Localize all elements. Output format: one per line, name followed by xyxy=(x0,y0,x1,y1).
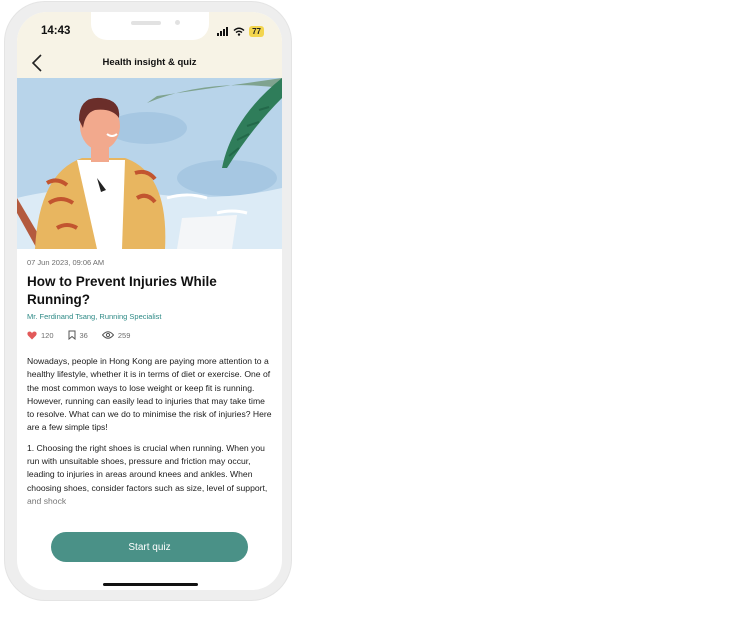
status-bar: 14:43 77 xyxy=(17,12,282,48)
start-quiz-button[interactable]: Start quiz xyxy=(51,532,248,562)
article-title: How to Prevent Injuries While Running? xyxy=(27,274,217,307)
hero-illustration xyxy=(17,78,282,249)
signal-icon xyxy=(217,27,229,36)
heart-icon xyxy=(27,330,37,339)
page-header: Health insight & quiz xyxy=(17,48,282,78)
eye-icon xyxy=(101,331,114,339)
system-icons: 77 xyxy=(217,26,264,37)
article-date: 07 Jun 2023, 09:06 AM xyxy=(27,258,105,267)
camera xyxy=(175,20,180,25)
bookmark-icon xyxy=(68,330,76,340)
article-content: 07 Jun 2023, 09:06 AM How to Prevent Inj… xyxy=(27,258,272,508)
phone-screen: 14:43 77 Health insight & quiz 07 Jun 20… xyxy=(17,12,282,590)
bookmark-count: 36 xyxy=(79,330,88,340)
view-count: 259 xyxy=(117,330,131,340)
article-stats: 120 36 259 xyxy=(27,330,272,340)
page-title: Health insight & quiz xyxy=(102,57,197,68)
like-count: 120 xyxy=(41,330,54,340)
article-paragraph: Nowadays, people in Hong Kong are paying… xyxy=(27,356,272,433)
wifi-icon xyxy=(233,27,245,36)
home-indicator xyxy=(103,583,198,586)
status-time: 14:43 xyxy=(41,25,71,37)
view-stat: 259 xyxy=(101,330,131,340)
notch xyxy=(91,12,209,40)
battery-indicator: 77 xyxy=(249,26,264,37)
like-stat[interactable]: 120 xyxy=(27,331,54,340)
article-author[interactable]: Mr. Ferdinand Tsang, Running Specialist xyxy=(27,312,272,321)
bookmark-stat[interactable]: 36 xyxy=(68,330,88,340)
speaker xyxy=(131,21,161,25)
phone-frame: 14:43 77 Health insight & quiz 07 Jun 20… xyxy=(5,2,291,600)
content-fade xyxy=(17,490,282,520)
